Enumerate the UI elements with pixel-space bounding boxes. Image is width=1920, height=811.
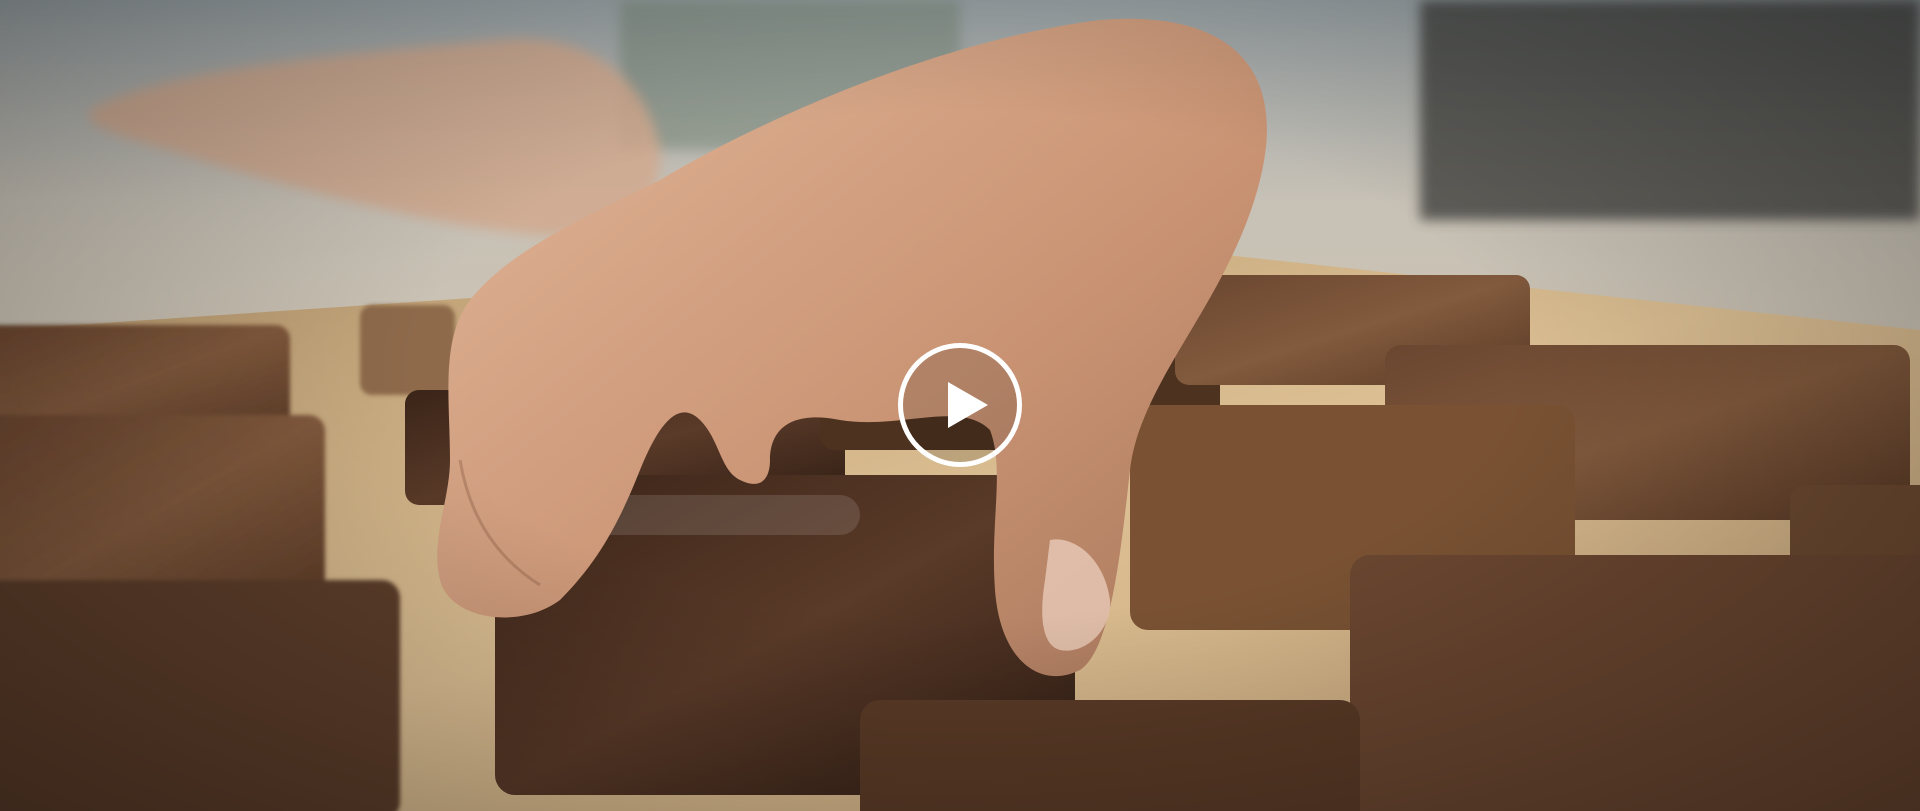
play-icon: [948, 382, 988, 428]
play-button[interactable]: [898, 343, 1022, 467]
video-player[interactable]: [0, 0, 1920, 811]
